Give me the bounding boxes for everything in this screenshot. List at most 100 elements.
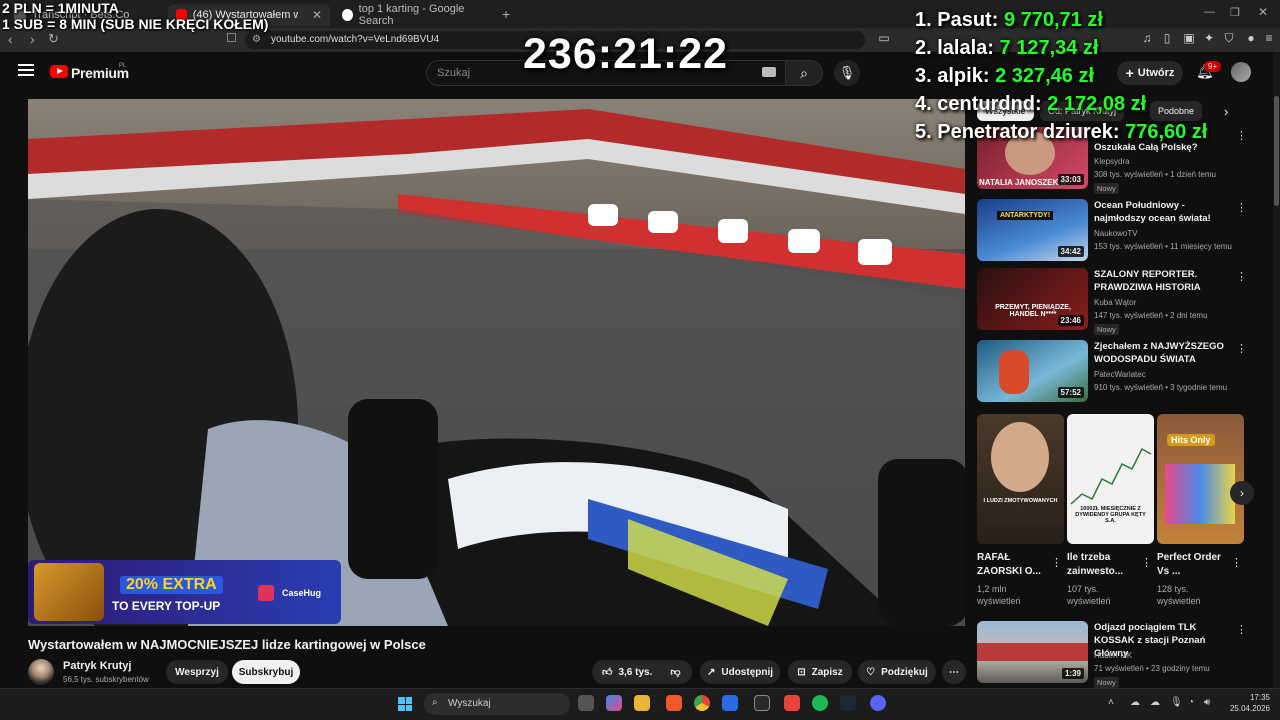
like-button[interactable]: 👍︎ 3,6 tys. xyxy=(602,666,652,679)
more-vertical-icon[interactable]: ⋮ xyxy=(1236,270,1247,283)
forward-icon[interactable]: › xyxy=(30,31,35,47)
channel-avatar[interactable] xyxy=(28,659,54,685)
video-thumbnail[interactable]: 1:39 xyxy=(977,621,1088,683)
recommendation-meta: 308 tys. wyświetleń • 1 dzień temu xyxy=(1094,170,1216,179)
copilot-icon[interactable] xyxy=(606,695,622,711)
recommendation-item[interactable]: 1:39 Odjazd pociągiem TLK KOSSAK z stacj… xyxy=(977,621,1247,688)
scrollbar-thumb[interactable] xyxy=(1274,96,1279,206)
plus-icon: + xyxy=(1125,65,1134,81)
save-button[interactable]: ⊡ Zapisz xyxy=(788,660,852,684)
recommendation-title: Ocean Południowy - najmłodszy ocean świa… xyxy=(1094,200,1211,224)
profile-icon[interactable]: ● xyxy=(1244,31,1258,45)
more-vertical-icon[interactable]: ⋮ xyxy=(1051,556,1062,569)
short-item[interactable]: Hits Only Perfect Order Vs ... 128 tys. … xyxy=(1157,414,1244,614)
spotify-icon[interactable] xyxy=(812,695,828,711)
share-button[interactable]: ↗ Udostępnij xyxy=(700,660,780,684)
task-view-icon[interactable] xyxy=(578,695,594,711)
ad-brand: CaseHug xyxy=(282,588,322,598)
back-icon[interactable]: ‹ xyxy=(8,31,13,47)
sidebar-icon[interactable]: ▯ xyxy=(1160,31,1174,45)
thumbnail-text: NATALIA JANOSZEK N xyxy=(979,178,1067,187)
video-thumbnail[interactable]: 57:52 xyxy=(977,340,1088,402)
support-button[interactable]: Wesprzyj xyxy=(166,660,228,684)
more-actions-button[interactable]: ⋯ xyxy=(942,660,966,684)
window-close-icon[interactable]: ✕ xyxy=(1258,5,1268,19)
bookmark-icon[interactable]: ☐ xyxy=(226,31,237,45)
onedrive-icon[interactable]: ☁ xyxy=(1130,697,1140,708)
search-button[interactable]: ⌕ xyxy=(785,60,823,86)
chrome-icon[interactable] xyxy=(694,695,710,711)
video-thumbnail[interactable]: ANTARKTYDY! 34:42 xyxy=(977,199,1088,261)
leaderboard-row: 4. centurdnd: 2 172,08 zł xyxy=(915,93,1146,116)
wifi-icon[interactable]: ◔ xyxy=(1188,697,1194,708)
minimize-icon[interactable]: — xyxy=(1204,6,1215,18)
short-item[interactable]: 1000ZŁ MIESIĘCZNIE Z DYWIDENDY GRUPA KĘT… xyxy=(1067,414,1154,614)
short-thumbnail[interactable]: I LUDZI ZMOTYWOWANYCH xyxy=(977,414,1064,544)
more-vertical-icon[interactable]: ⋮ xyxy=(1141,556,1152,569)
video-player[interactable] xyxy=(28,99,965,626)
new-tab-button[interactable]: + xyxy=(502,6,510,22)
subscribe-button[interactable]: Subskrybuj xyxy=(232,660,300,684)
microphone-icon[interactable]: 🎙 xyxy=(1170,697,1183,708)
store-icon[interactable] xyxy=(722,695,738,711)
brave-icon[interactable] xyxy=(666,695,682,711)
site-settings-icon[interactable]: ⚙ xyxy=(252,34,261,45)
short-item[interactable]: I LUDZI ZMOTYWOWANYCH RAFAŁ ZAORSKI O...… xyxy=(977,414,1064,614)
short-thumbnail[interactable]: Hits Only xyxy=(1157,414,1244,544)
close-tab-icon[interactable]: ✕ xyxy=(312,8,322,22)
dislike-button[interactable]: 👎︎ xyxy=(670,666,680,678)
recommendation-item[interactable]: 57:52 Zjechałem z NAJWYŻSZEGO WODOSPADU … xyxy=(977,340,1247,404)
recommendation-title: SZALONY REPORTER. PRAWDZIWA HISTORIA xyxy=(1094,269,1201,293)
cloud-icon[interactable]: ☁ xyxy=(1150,697,1160,708)
keyboard-icon[interactable] xyxy=(762,67,776,77)
more-vertical-icon[interactable]: ⋮ xyxy=(1236,201,1247,214)
video-title: Wystartowałem w NAJMOCNIEJSZEJ lidze kar… xyxy=(28,637,426,652)
recommendation-item[interactable]: PRZEMYT, PIENIĄDZE, HANDEL N**** 23:46 S… xyxy=(977,268,1247,335)
youtube-logo-icon[interactable] xyxy=(50,65,68,78)
channel-name[interactable]: Patryk Krutyj xyxy=(63,660,131,672)
cast-icon[interactable]: ▭ xyxy=(877,31,891,45)
stream-rules-overlay: 2 PLN = 1MINUTA 1 SUB = 8 MIN (SUB NIE K… xyxy=(2,0,268,32)
save-label: Zapisz xyxy=(811,666,843,678)
hamburger-menu-icon[interactable] xyxy=(18,64,34,76)
shorts-next-button[interactable]: › xyxy=(1230,481,1254,505)
windows-start-icon[interactable] xyxy=(398,697,412,711)
browser-menu-icon[interactable]: ≡ xyxy=(1262,31,1276,45)
short-thumbnail[interactable]: 1000ZŁ MIESIĘCZNIE Z DYWIDENDY GRUPA KĘT… xyxy=(1067,414,1154,544)
chevron-up-icon[interactable]: ˄ xyxy=(1108,697,1114,708)
extensions-icon[interactable]: ✦ xyxy=(1202,31,1216,45)
stock-chart-thumbnail xyxy=(1070,447,1152,505)
leaderboard-row: 2. lalala: 7 127,34 zł xyxy=(915,37,1098,60)
more-vertical-icon[interactable]: ⋮ xyxy=(1236,129,1247,142)
google-favicon xyxy=(342,9,353,21)
short-title: Ile trzeba zainwesto... xyxy=(1067,552,1124,577)
thanks-button[interactable]: ♡ Podziękuj xyxy=(858,660,936,684)
avatar[interactable] xyxy=(1231,62,1251,82)
obs-icon[interactable] xyxy=(754,695,770,711)
tab-google-search[interactable]: top 1 karting - Google Search xyxy=(334,3,494,27)
shield-icon[interactable]: ⛉ xyxy=(1222,31,1236,46)
voice-search-button[interactable]: 🎙 xyxy=(834,60,860,86)
music-icon[interactable]: ♫ xyxy=(1140,31,1154,45)
video-thumbnail[interactable]: PRZEMYT, PIENIĄDZE, HANDEL N**** 23:46 xyxy=(977,268,1088,330)
recommendation-item[interactable]: ANTARKTYDY! 34:42 Ocean Południowy - naj… xyxy=(977,199,1247,263)
recommendation-meta: 153 tys. wyświetleń • 11 miesięcy temu xyxy=(1094,242,1232,251)
more-vertical-icon[interactable]: ⋮ xyxy=(1236,623,1247,636)
more-vertical-icon[interactable]: ⋮ xyxy=(1231,556,1242,569)
taskbar-search[interactable]: Wyszukaj xyxy=(424,693,570,715)
maximize-icon[interactable]: ❐ xyxy=(1230,6,1240,19)
chips-next-icon[interactable]: › xyxy=(1224,104,1228,119)
brave-alt-icon[interactable] xyxy=(784,695,800,711)
wallet-icon[interactable]: ▣ xyxy=(1182,31,1196,45)
volume-icon[interactable]: 🔊︎ xyxy=(1204,697,1210,708)
new-badge: Nowy xyxy=(1094,183,1119,194)
chip-related[interactable]: Podobne xyxy=(1150,101,1203,121)
steam-icon[interactable] xyxy=(840,695,856,711)
recommendation-meta: 910 tys. wyświetleń • 3 tygodnie temu xyxy=(1094,383,1228,392)
file-explorer-icon[interactable] xyxy=(634,695,650,711)
create-button[interactable]: + Utwórz xyxy=(1117,61,1183,85)
discord-icon[interactable] xyxy=(870,695,886,711)
taskbar-clock[interactable]: 17:35 25.04.2026 xyxy=(1224,692,1270,714)
more-vertical-icon[interactable]: ⋮ xyxy=(1236,342,1247,355)
reload-icon[interactable]: ↻ xyxy=(48,31,59,47)
